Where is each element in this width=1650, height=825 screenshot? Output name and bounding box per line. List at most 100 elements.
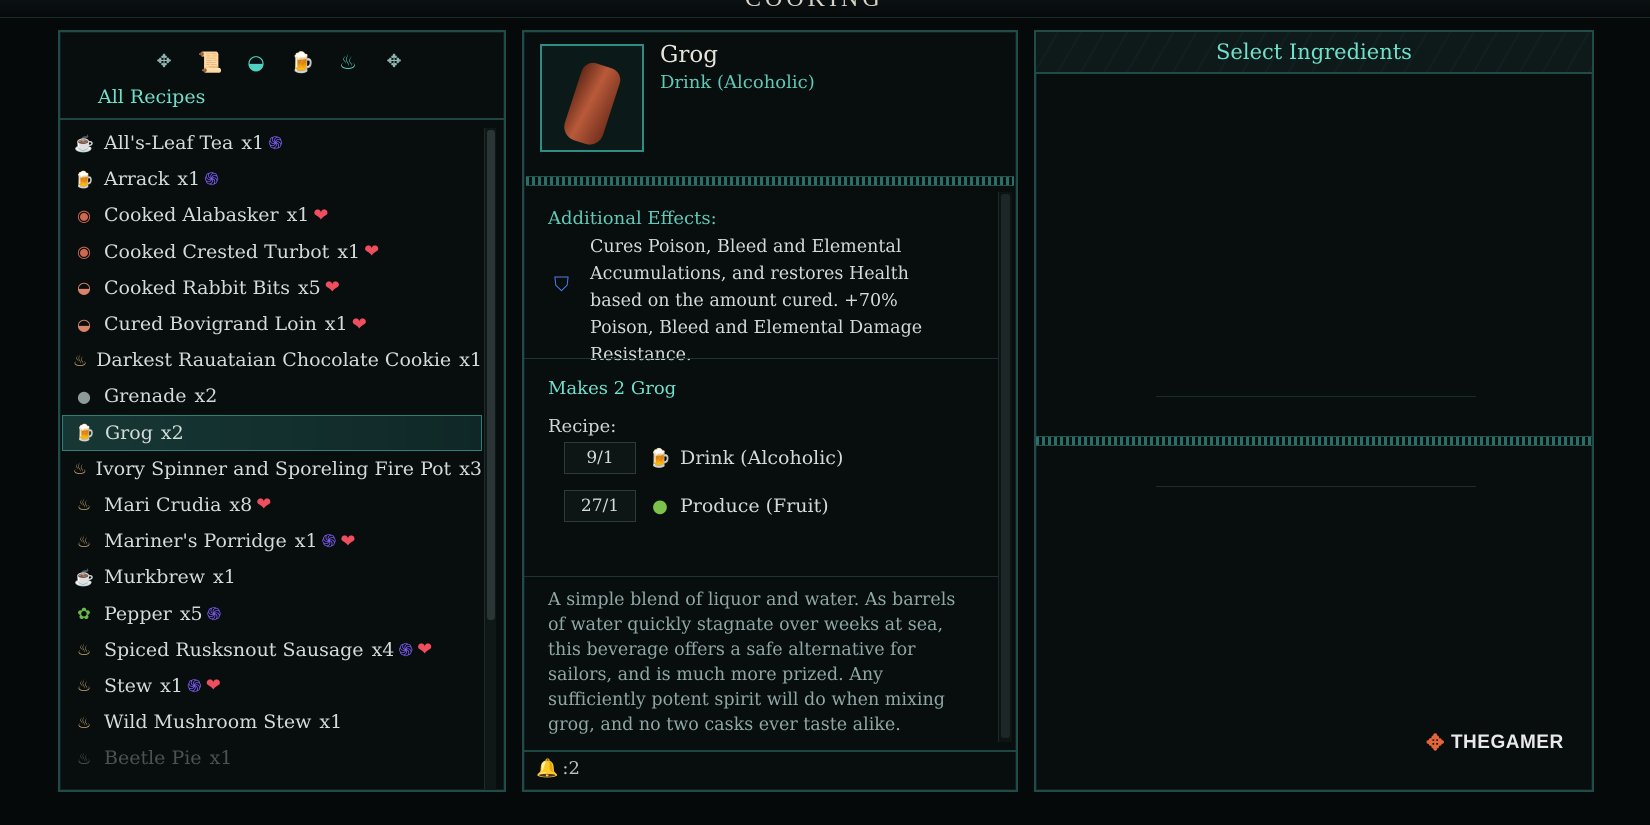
mug-icon: 🍺	[74, 169, 94, 189]
recipe-name: Cured Bovigrand Loin	[104, 313, 317, 336]
recipe-quantity: x1	[319, 711, 343, 734]
recipe-name: Stew	[104, 674, 153, 697]
bell-icon: 🔔	[536, 758, 559, 779]
recipe-quantity: x2	[194, 385, 218, 408]
swirl-buff-icon: ֍	[204, 169, 219, 191]
ingredient-row: 9/1 🍺 Drink (Alcoholic)	[564, 442, 843, 474]
bowl-icon: ♨	[76, 676, 92, 696]
bottom-stat-value: :2	[562, 758, 580, 779]
divider	[524, 358, 1000, 359]
recipe-list-panel: ✥ 📜 ◒ 🍺 ♨ ✥ All Recipes ☕ All's-Leaf Tea x…	[58, 30, 506, 792]
meat-icon[interactable]: ◒	[242, 48, 270, 76]
recipe-name: Spiced Rusksnout Sausage	[104, 638, 364, 661]
ingredient-name: Drink (Alcoholic)	[680, 447, 844, 469]
bowl-icon: ♨	[76, 712, 92, 732]
bowl-icon[interactable]: ♨	[334, 48, 362, 76]
ornament-divider	[526, 176, 1014, 186]
recipe-item[interactable]: ♨ Spiced Rusksnout Sausage x4 ֍ ❤	[62, 632, 482, 668]
pepper-icon: ✿	[77, 604, 91, 624]
recipe-quantity: x1	[337, 240, 361, 263]
recipe-name: Darkest Rauataian Chocolate Cookie	[96, 349, 452, 372]
heart-buff-icon: ❤	[364, 241, 380, 263]
recipe-name: Beetle Pie	[104, 747, 202, 770]
ingredient-name: Produce (Fruit)	[680, 495, 829, 517]
recipe-quantity: x1	[241, 132, 265, 155]
heart-buff-icon: ❤	[417, 639, 433, 661]
category-tabs: ✥ 📜 ◒ 🍺 ♨ ✥	[150, 48, 408, 76]
recipe-item[interactable]: ◒ Cooked Rabbit Bits x5 ❤	[62, 270, 482, 306]
recipe-item[interactable]: ● Grenade x2	[62, 378, 482, 414]
recipe-quantity: x1	[177, 168, 201, 191]
ingredients-header: Select Ingredients	[1036, 32, 1592, 74]
heart-buff-icon: ❤	[313, 204, 329, 226]
recipe-item[interactable]: ◒ Cured Bovigrand Loin x1 ❤	[62, 306, 482, 342]
divider	[524, 576, 1000, 577]
recipe-name: Arrack	[104, 168, 170, 191]
bowl-icon: ♨	[76, 640, 92, 660]
heart-buff-icon: ❤	[351, 313, 367, 335]
recipe-item[interactable]: 🍺 Arrack x1 ֍	[62, 161, 482, 197]
shield-effect-icon: ⛉	[554, 272, 569, 296]
recipe-name: Mariner's Porridge	[104, 530, 287, 553]
mug-icon: 🍺	[648, 447, 672, 469]
item-description: A simple blend of liquor and water. As b…	[548, 590, 956, 735]
divider	[60, 118, 504, 120]
recipe-quantity: x1	[286, 204, 310, 227]
swirl-buff-icon: ֍	[398, 639, 414, 661]
recipe-name: Cooked Rabbit Bits	[104, 276, 290, 299]
ingredient-count: 27/1	[564, 490, 636, 522]
recipe-quantity: x1	[294, 530, 318, 553]
filter-label[interactable]: All Recipes	[98, 86, 205, 108]
effects-text: Cures Poison, Bleed and Elemental Accumu…	[590, 237, 923, 365]
grenade-icon: ●	[77, 386, 91, 406]
recipe-name: Ivory Spinner and Sporeling Fire Pot	[95, 457, 452, 480]
recipe-quantity: x5	[179, 602, 203, 625]
recipe-item[interactable]: ♨ Wild Mushroom Stew x1	[62, 704, 482, 740]
recipe-item[interactable]: ◉ Cooked Alabasker x1 ❤	[62, 197, 482, 233]
swirl-buff-icon: ֍	[206, 603, 222, 625]
recipe-list: ☕ All's-Leaf Tea x1 ֍ 🍺 Arrack x1 ֍ ◉ Cooked Alab…	[62, 125, 482, 776]
recipe-item[interactable]: ♨ Mari Crudia x8 ❤	[62, 487, 482, 523]
recipe-item[interactable]: ☕ All's-Leaf Tea x1 ֍	[62, 125, 482, 161]
screen-title: COOKING	[745, 0, 884, 13]
recipe-item[interactable]: ♨ Mariner's Porridge x1 ֍ ❤	[62, 523, 482, 559]
divider	[524, 750, 1016, 752]
divider	[1156, 396, 1476, 397]
effects-label: Additional Effects:	[548, 208, 717, 229]
heart-buff-icon: ❤	[256, 494, 272, 516]
recipe-item[interactable]: ♨ Stew x1 ֍ ❤	[62, 668, 482, 704]
fish-icon: ◉	[77, 205, 91, 225]
recipe-item[interactable]: ♨ Darkest Rauataian Chocolate Cookie x1	[62, 342, 482, 378]
recipe-quantity: x4	[371, 638, 395, 661]
recipe-item[interactable]: ✿ Pepper x5 ֍	[62, 595, 482, 631]
scroll-icon[interactable]: 📜	[196, 48, 224, 76]
swirl-buff-icon: ֍	[268, 133, 283, 155]
recipe-scrollbar[interactable]	[484, 128, 496, 790]
bowl-icon: ♨	[72, 459, 87, 479]
bowl-icon: ♨	[72, 350, 88, 370]
diamond-right-icon[interactable]: ✥	[380, 48, 408, 76]
recipe-name: Cooked Crested Turbot	[104, 240, 330, 263]
recipe-item[interactable]: 🍺 Grog x2	[62, 414, 482, 451]
recipe-quantity: x5	[297, 276, 321, 299]
recipe-item[interactable]: ☕ Murkbrew x1	[62, 559, 482, 595]
scrollbar-thumb[interactable]	[487, 130, 495, 620]
recipe-item[interactable]: ◉ Cooked Crested Turbot x1 ❤	[62, 234, 482, 270]
scrollbar-thumb[interactable]	[1001, 194, 1010, 738]
recipe-item[interactable]: ♨ Ivory Spinner and Sporeling Fire Pot x3	[62, 451, 482, 487]
ingredient-row: 27/1 ● Produce (Fruit)	[564, 490, 829, 522]
swirl-buff-icon: ֍	[186, 675, 202, 697]
recipe-name: All's-Leaf Tea	[104, 132, 234, 155]
mug-icon[interactable]: 🍺	[288, 48, 316, 76]
recipe-item[interactable]: ♨ Beetle Pie x1	[62, 740, 482, 776]
diamond-left-icon[interactable]: ✥	[150, 48, 178, 76]
fish-icon: ◉	[77, 242, 91, 262]
recipe-quantity: x1	[324, 313, 348, 336]
recipe-name: Murkbrew	[104, 566, 206, 589]
swirl-buff-icon: ֍	[321, 531, 337, 553]
detail-scrollbar[interactable]	[998, 192, 1012, 742]
recipe-name: Mari Crudia	[104, 493, 222, 516]
watermark: ✥ THEGAMER	[1426, 730, 1564, 756]
mug-icon: 🍺	[75, 423, 95, 443]
recipe-quantity: x1	[209, 747, 233, 770]
